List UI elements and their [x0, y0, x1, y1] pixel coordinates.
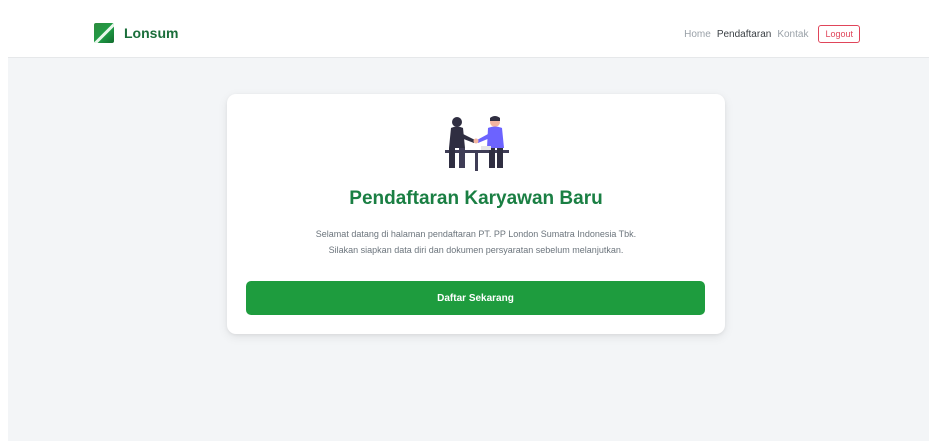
lonsum-logo-icon	[94, 23, 114, 43]
welcome-text-line-1: Selamat datang di halaman pendaftaran PT…	[315, 229, 637, 239]
nav-link-home[interactable]: Home	[684, 29, 711, 40]
register-now-button[interactable]: Daftar Sekarang	[246, 281, 705, 315]
nav-links: Home Pendaftaran Kontak Logout	[684, 25, 860, 43]
nav-link-pendaftaran[interactable]: Pendaftaran	[717, 29, 772, 40]
registration-card: Pendaftaran Karyawan Baru Selamat datang…	[227, 94, 725, 334]
brand[interactable]: Lonsum	[94, 23, 178, 43]
handshake-illustration-icon	[445, 116, 509, 171]
page-title: Pendaftaran Karyawan Baru	[349, 188, 603, 209]
top-navbar: Lonsum Home Pendaftaran Kontak Logout	[8, 10, 929, 58]
brand-name: Lonsum	[124, 25, 179, 41]
nav-link-kontak[interactable]: Kontak	[777, 29, 808, 40]
logout-button[interactable]: Logout	[818, 25, 860, 43]
welcome-text-line-2: Silakan siapkan data diri dan dokumen pe…	[328, 245, 624, 255]
